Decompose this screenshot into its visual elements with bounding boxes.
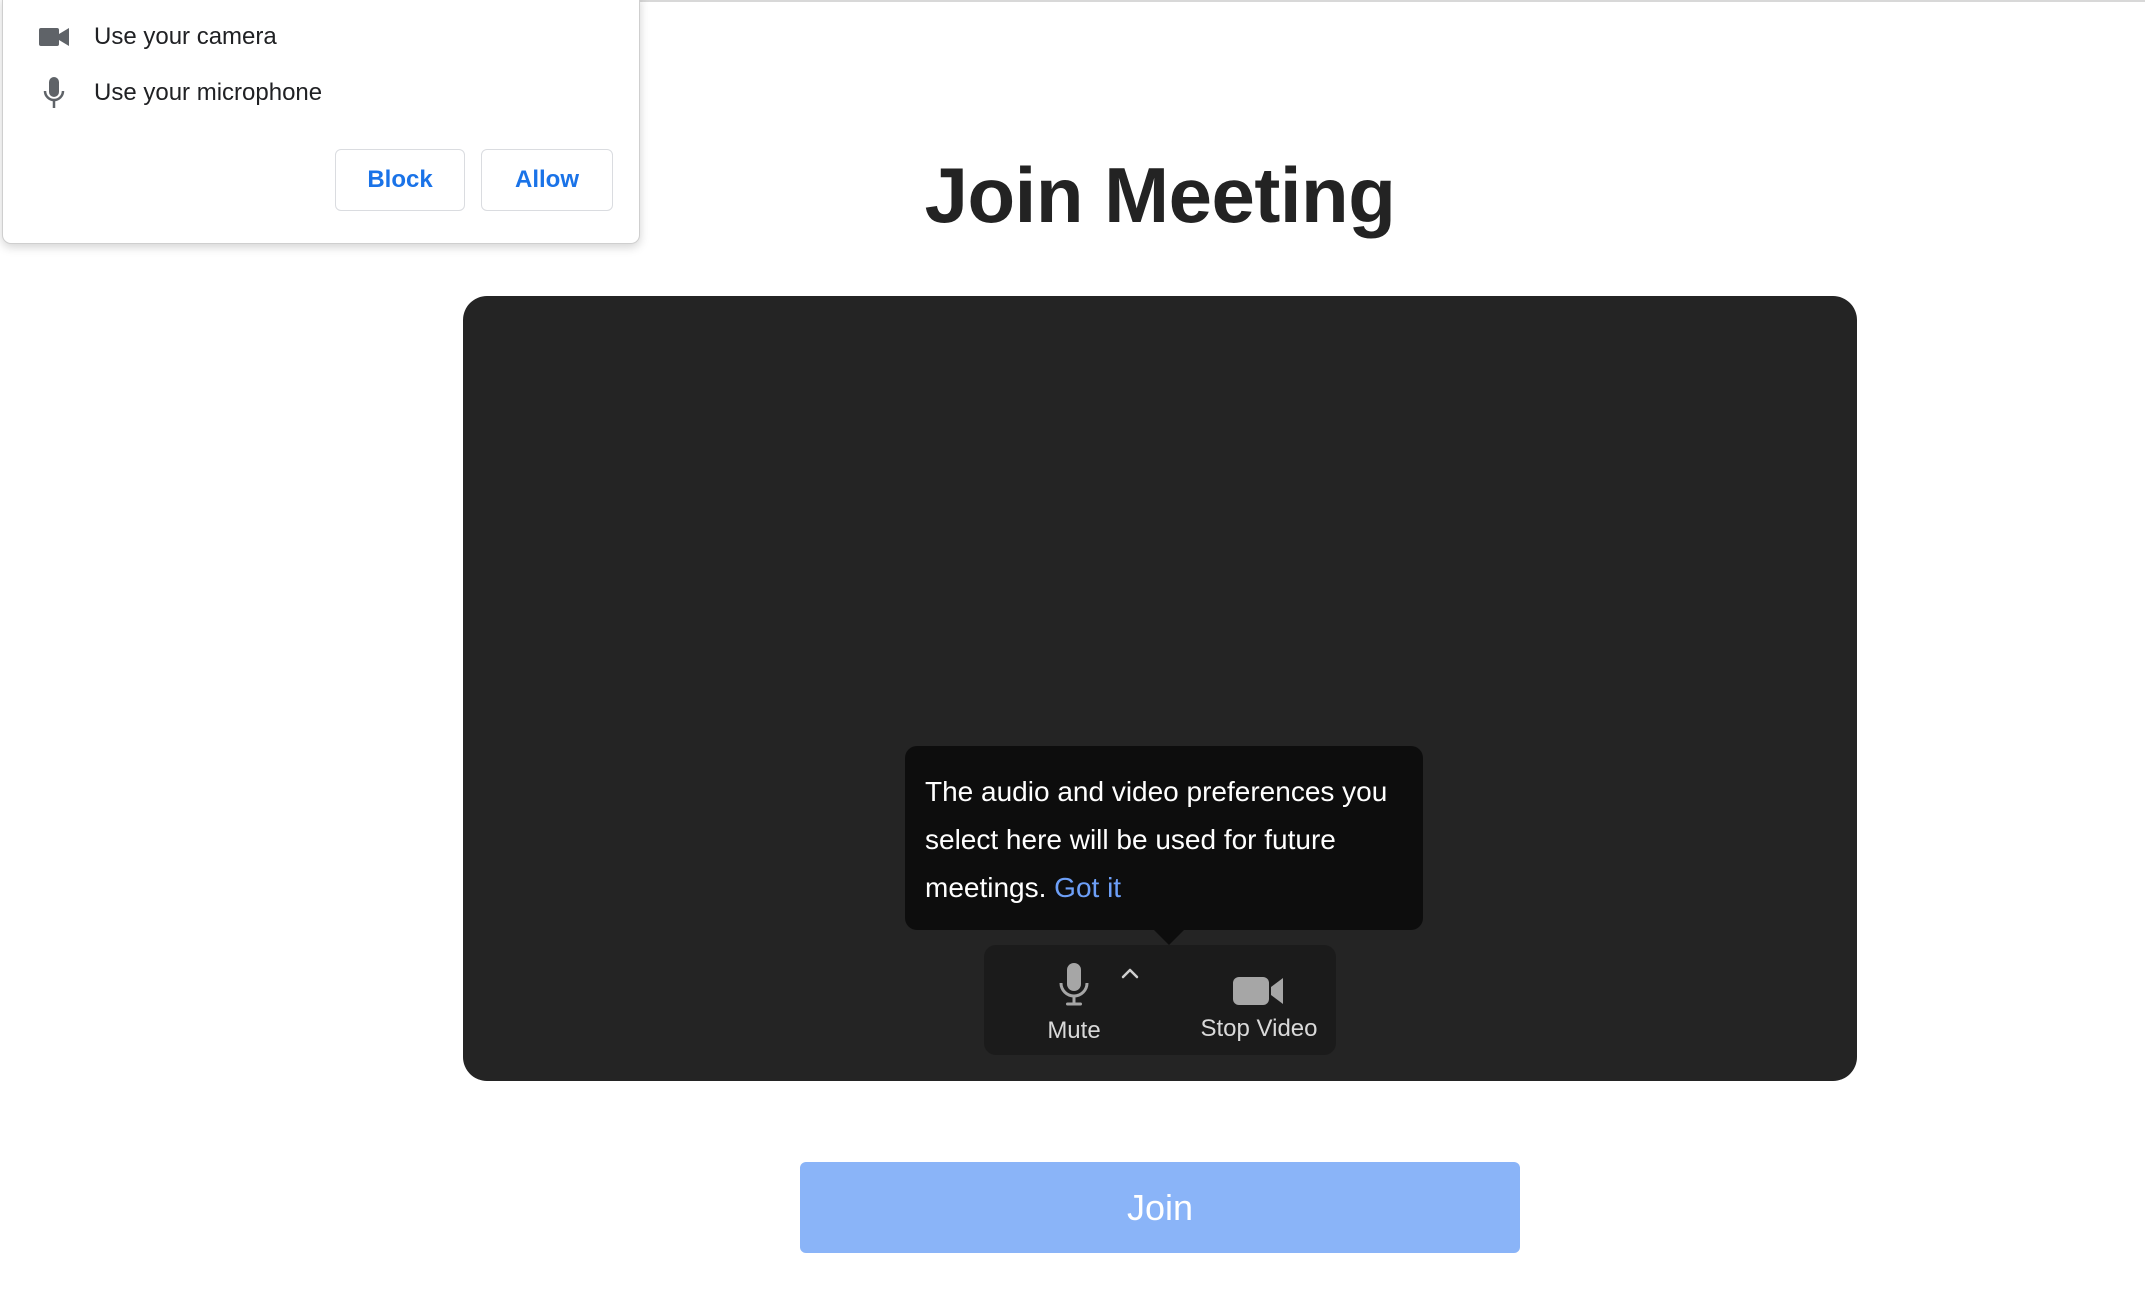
stop-video-label: Stop Video [1200,1015,1318,1042]
microphone-icon [37,76,71,110]
join-button[interactable]: Join [800,1162,1520,1253]
video-camera-icon [37,20,71,54]
mute-label: Mute [1047,1017,1101,1044]
mute-button[interactable]: Mute [1024,945,1124,1055]
tooltip-text: The audio and video preferences you sele… [925,776,1388,903]
permission-microphone-label: Use your microphone [94,79,323,106]
permission-microphone-row: Use your microphone [37,73,322,113]
stop-video-button[interactable]: Stop Video [1184,945,1334,1055]
video-camera-icon [1233,945,1285,1007]
preview-controls: Mute Stop Video [984,945,1336,1055]
permission-camera-row: Use your camera [37,17,277,57]
video-preview: The audio and video preferences you sele… [463,296,1857,1081]
got-it-link[interactable]: Got it [1054,872,1121,903]
join-meeting-page: Use your camera Use your microphone Bloc… [0,0,2145,1292]
microphone-icon [1057,945,1091,1007]
browser-top-border [640,0,2145,2]
page-title: Join Meeting [924,151,1396,239]
permission-camera-label: Use your camera [94,23,277,50]
caret-up-icon[interactable] [1117,963,1143,983]
preferences-tooltip: The audio and video preferences you sele… [905,746,1423,945]
